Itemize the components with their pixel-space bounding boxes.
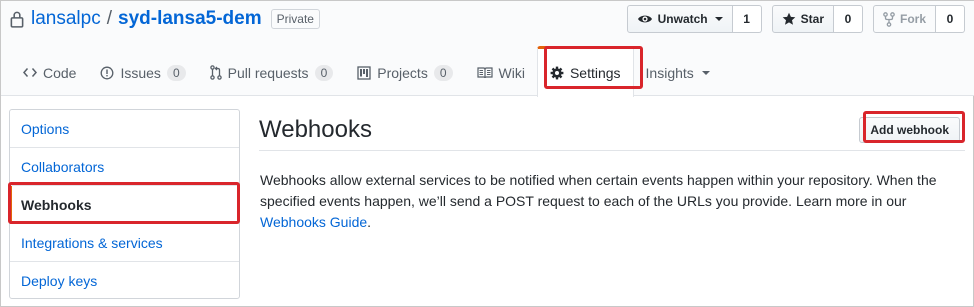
tab-insights[interactable]: Insights <box>634 49 722 96</box>
webhooks-guide-link[interactable]: Webhooks Guide <box>260 214 367 230</box>
page-title: Webhooks <box>259 116 372 143</box>
forks-count[interactable]: 0 <box>936 5 965 33</box>
sidebar-item-options[interactable]: Options <box>10 110 239 148</box>
unwatch-button[interactable]: Unwatch <box>626 5 733 33</box>
tab-wiki[interactable]: Wiki <box>465 49 537 96</box>
fork-group: Fork 0 <box>872 5 965 33</box>
issue-icon <box>101 66 114 79</box>
unwatch-label: Unwatch <box>657 12 708 26</box>
repo-actions: Unwatch 1 Star 0 Fork 0 <box>626 5 965 33</box>
stars-count[interactable]: 0 <box>833 5 863 33</box>
watch-group: Unwatch 1 <box>626 5 762 33</box>
tab-label: Projects <box>377 64 428 81</box>
tab-label: Issues <box>120 64 161 81</box>
eye-icon <box>637 15 652 23</box>
fork-icon <box>883 11 895 27</box>
code-icon <box>23 68 37 77</box>
tab-label: Pull requests <box>227 64 309 81</box>
tab-code[interactable]: Code <box>11 49 88 96</box>
star-button[interactable]: Star <box>771 5 834 33</box>
private-badge: Private <box>270 9 320 29</box>
fork-button[interactable]: Fork <box>872 5 936 33</box>
fork-label: Fork <box>899 12 926 26</box>
book-icon <box>476 66 493 78</box>
issues-counter: 0 <box>166 64 186 81</box>
description-period: . <box>367 214 372 230</box>
sidebar-item-collaborators[interactable]: Collaborators <box>10 148 239 186</box>
add-webhook-highlight <box>863 111 965 143</box>
repo-owner-link[interactable]: lansalpc <box>31 8 101 30</box>
path-separator: / <box>106 8 112 29</box>
sidebar-item-deploy-keys[interactable]: Deploy keys <box>10 262 239 300</box>
repo-name-link[interactable]: syd-lansa5-dem <box>118 8 262 30</box>
tab-issues[interactable]: Issues 0 <box>88 49 197 96</box>
settings-tab-highlight <box>544 46 643 89</box>
pull-requests-counter: 0 <box>314 64 334 81</box>
webhooks-subhead: Webhooks Add webhook <box>259 109 965 151</box>
project-icon <box>357 65 371 80</box>
star-icon <box>782 12 795 25</box>
tab-label: Insights <box>645 64 694 81</box>
caret-down-icon <box>714 17 723 21</box>
window-frame: lansalpc / syd-lansa5-dem Private Unwatc… <box>0 0 974 307</box>
chevron-down-icon <box>701 70 710 75</box>
tab-pull-requests[interactable]: Pull requests 0 <box>198 49 346 96</box>
repo-title: lansalpc / syd-lansa5-dem Private <box>10 7 320 31</box>
projects-counter: 0 <box>433 64 453 81</box>
tab-label: Code <box>43 64 77 81</box>
lock-icon <box>10 11 24 28</box>
star-label: Star <box>800 12 824 26</box>
repo-header: lansalpc / syd-lansa5-dem Private Unwatc… <box>1 1 974 97</box>
tab-label: Wiki <box>498 64 525 81</box>
star-group: Star 0 <box>771 5 863 33</box>
watchers-count[interactable]: 1 <box>732 5 762 33</box>
webhooks-item-highlight <box>8 182 240 224</box>
description-text: Webhooks allow external services to be n… <box>260 172 937 209</box>
sidebar-item-integrations[interactable]: Integrations & services <box>10 224 239 262</box>
webhooks-description: Webhooks allow external services to be n… <box>260 170 960 233</box>
tab-projects[interactable]: Projects 0 <box>345 49 464 96</box>
pull-request-icon <box>209 65 222 80</box>
